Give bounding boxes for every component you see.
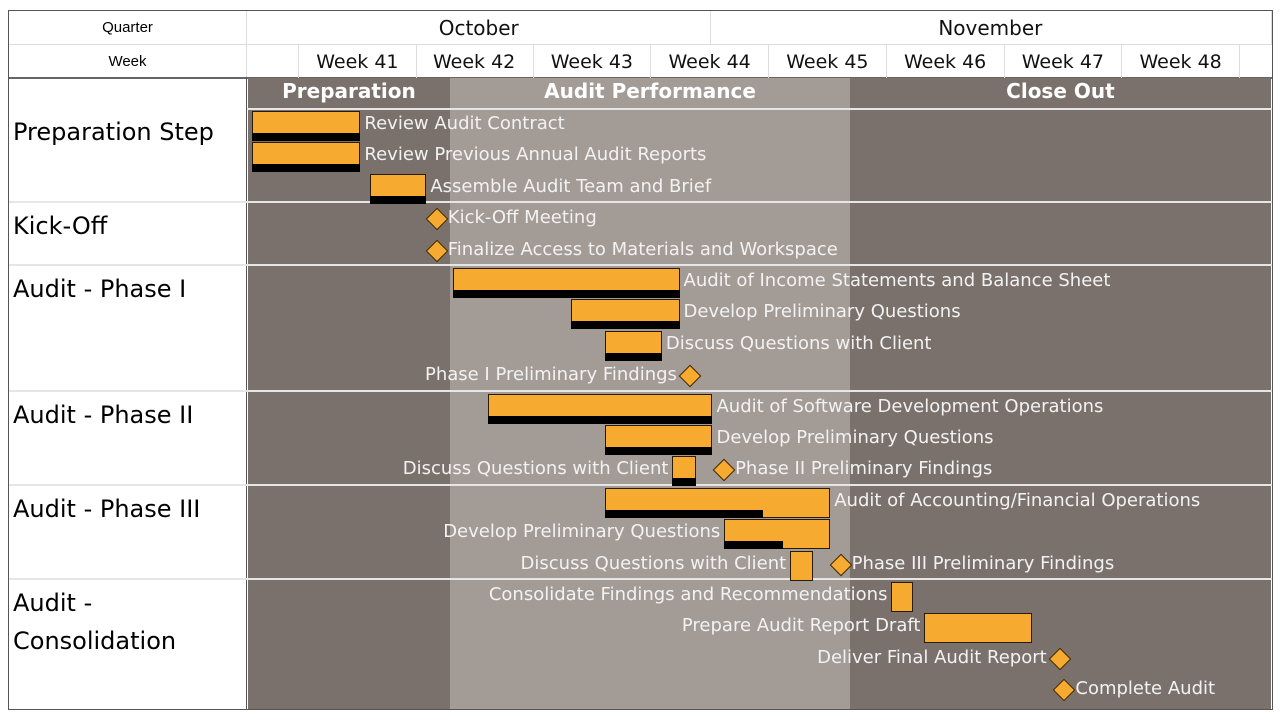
task-bar xyxy=(672,456,696,487)
group-label: Preparation Step xyxy=(13,118,214,146)
group-label: Kick-Off xyxy=(13,212,108,241)
task-label: Phase III Preliminary Findings xyxy=(851,552,1115,574)
group-separator xyxy=(9,578,1272,580)
gantt-chart: Quarter Week October November Week 41 Week … xyxy=(8,10,1273,710)
task-label: Consolidate Findings and Recommendations xyxy=(488,584,888,605)
task-label: Discuss Questions with Client xyxy=(402,458,669,480)
month-october: October xyxy=(247,11,712,45)
task-progress xyxy=(487,415,713,424)
task-bar xyxy=(252,111,361,141)
task-progress xyxy=(605,447,713,455)
phase-label: Preparation xyxy=(282,79,416,103)
group-label: Audit - Phase III xyxy=(13,494,201,523)
group-separator xyxy=(9,483,1272,486)
group-separator xyxy=(9,201,1272,204)
task-label: Audit of Accounting/Financial Operations xyxy=(834,489,1201,511)
task-label: Develop Preliminary Questions xyxy=(443,521,721,543)
week-42: Week 42 xyxy=(416,45,534,78)
group-label: Audit - Phase II xyxy=(13,400,194,429)
task-label: Review Audit Contract xyxy=(364,113,565,134)
week-43: Week 43 xyxy=(534,45,652,78)
group-label: Audit - Phase I xyxy=(13,275,187,303)
task-bar xyxy=(571,299,680,330)
task-progress xyxy=(571,321,680,330)
phase-band xyxy=(248,78,450,709)
task-progress xyxy=(605,352,662,361)
task-label: Phase I Preliminary Findings xyxy=(424,364,677,386)
task-bar xyxy=(453,268,680,298)
phase-label: Audit Performance xyxy=(544,79,756,103)
week-48: Week 48 xyxy=(1122,45,1240,78)
task-label: Assemble Audit Team and Brief xyxy=(430,175,712,197)
task-label: Deliver Final Audit Report xyxy=(817,646,1047,668)
task-bar xyxy=(252,142,361,173)
group-separator xyxy=(9,264,1272,266)
week-45: Week 45 xyxy=(769,45,887,78)
task-label: Audit of Software Development Operations xyxy=(716,395,1104,417)
header-row-separator xyxy=(247,108,1272,110)
week-46: Week 46 xyxy=(887,45,1005,78)
task-label: Discuss Questions with Client xyxy=(665,332,932,354)
task-progress xyxy=(605,509,763,518)
group-label: Audit - Consolidation xyxy=(13,589,177,655)
task-label: Kick-Off Meeting xyxy=(447,207,597,229)
task-label: Audit of Income Statements and Balance S… xyxy=(683,270,1111,291)
week-44: Week 44 xyxy=(651,45,769,78)
task-bar xyxy=(487,393,713,424)
task-label: Develop Preliminary Questions xyxy=(716,427,994,448)
task-label: Discuss Questions with Client xyxy=(520,552,787,574)
task-progress xyxy=(453,290,680,298)
week-header-label: Week xyxy=(9,45,247,78)
phase-band xyxy=(850,78,1271,709)
task-bar xyxy=(891,582,913,612)
task-label: Review Previous Annual Audit Reports xyxy=(364,144,707,166)
label-column-divider xyxy=(246,78,247,709)
task-progress xyxy=(724,541,783,550)
task-label: Phase II Preliminary Findings xyxy=(735,458,993,480)
task-progress xyxy=(252,133,361,141)
task-bar xyxy=(724,519,831,550)
group-separator xyxy=(9,389,1272,392)
week-47: Week 47 xyxy=(1005,45,1123,78)
task-progress xyxy=(369,195,427,204)
task-label: Complete Audit xyxy=(1075,678,1216,700)
task-bar xyxy=(790,550,813,581)
task-bar xyxy=(605,425,713,455)
month-november: November xyxy=(710,11,1272,45)
task-label: Finalize Access to Materials and Workspa… xyxy=(447,238,838,260)
task-bar xyxy=(924,613,1032,644)
week-41: Week 41 xyxy=(298,45,417,78)
task-bar xyxy=(605,330,662,361)
task-bar xyxy=(369,173,427,204)
task-progress xyxy=(252,164,361,173)
task-label: Develop Preliminary Questions xyxy=(683,301,961,323)
phase-label: Close Out xyxy=(1006,79,1115,103)
task-bar xyxy=(605,487,831,518)
quarter-header-label: Quarter xyxy=(9,11,247,45)
task-progress xyxy=(672,478,696,487)
task-label: Prepare Audit Report Draft xyxy=(681,615,921,637)
